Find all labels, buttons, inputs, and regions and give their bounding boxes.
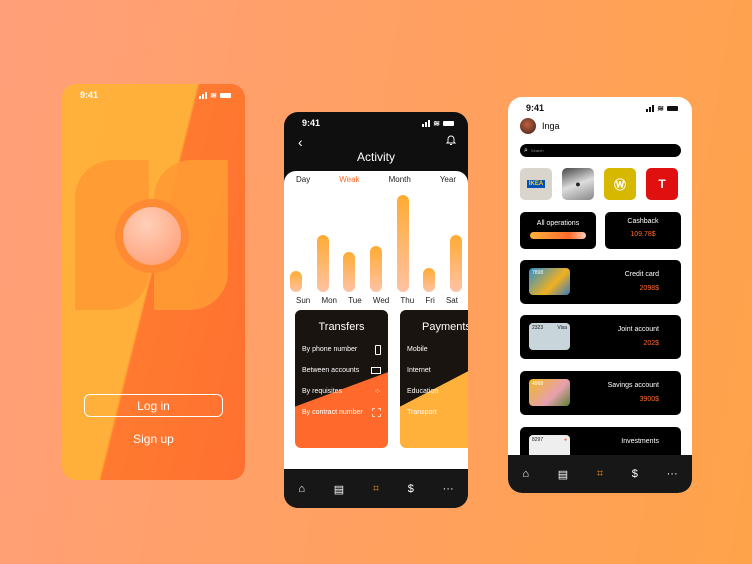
status-time: 9:41 bbox=[302, 118, 321, 128]
tab-year[interactable]: Year bbox=[440, 175, 456, 184]
chart-day-label: Sat bbox=[445, 296, 458, 305]
back-icon[interactable]: ‹ bbox=[298, 134, 303, 150]
document-icon[interactable]: ▤ bbox=[334, 483, 344, 496]
brand-apple[interactable]: ● bbox=[562, 168, 594, 200]
bottom-nav: ⌂ ▤ ⌗ $ ··· bbox=[508, 455, 692, 493]
chart-bar-mon bbox=[316, 234, 329, 292]
brand-volkswagen[interactable]: Ⓦ bbox=[604, 168, 636, 200]
payments-title: Payments bbox=[422, 321, 468, 333]
user-profile[interactable]: Inga bbox=[520, 118, 560, 134]
more-icon[interactable]: ··· bbox=[443, 483, 454, 495]
brand-ikea[interactable]: IKEA bbox=[520, 168, 552, 200]
chart-bar-wed bbox=[370, 246, 382, 292]
signup-link[interactable]: Sign up bbox=[62, 432, 245, 446]
more-icon[interactable]: ··· bbox=[667, 468, 678, 480]
page-title: Activity bbox=[356, 150, 395, 164]
chart-day-label: Tue bbox=[348, 296, 362, 305]
wifi-icon: ≋ bbox=[657, 103, 664, 113]
dollar-icon[interactable]: $ bbox=[408, 483, 414, 495]
search-input[interactable]: ⌕ Search bbox=[520, 144, 681, 157]
all-operations-card[interactable]: All operations bbox=[520, 212, 596, 249]
payment-item[interactable]: Internet bbox=[400, 360, 468, 381]
tab-month[interactable]: Month bbox=[389, 175, 411, 184]
brand-tesla[interactable]: T bbox=[646, 168, 678, 200]
chart-bar-thu bbox=[396, 194, 409, 292]
status-time: 9:41 bbox=[526, 103, 545, 113]
signal-icon bbox=[199, 91, 208, 99]
chart-day-label: Thu bbox=[400, 296, 415, 305]
payment-item[interactable]: Education bbox=[400, 381, 468, 402]
cashback-card[interactable]: Cashback 109.78$ bbox=[605, 212, 681, 249]
chart-day-label: Sun bbox=[296, 296, 311, 305]
tab-week[interactable]: Weak bbox=[339, 175, 359, 184]
activity-chart bbox=[284, 186, 468, 296]
period-tabs: Day Weak Month Year bbox=[284, 171, 468, 184]
phone-icon bbox=[375, 344, 381, 355]
bell-icon[interactable] bbox=[446, 134, 456, 146]
transfer-item[interactable]: By phone number bbox=[295, 339, 388, 360]
login-screen: 9:41 ≋ Log in Sign up bbox=[62, 84, 245, 480]
day-labels: Sun Mon Tue Wed Thu Fri Sat bbox=[284, 296, 468, 305]
account-credit-card[interactable]: 7898 Credit card 2098$ bbox=[520, 260, 681, 304]
dollar-icon[interactable]: $ bbox=[632, 468, 638, 480]
chart-day-label: Wed bbox=[372, 296, 390, 305]
account-joint[interactable]: 2323 Visa Joint account 202$ bbox=[520, 315, 681, 359]
signal-icon bbox=[646, 104, 655, 112]
transfer-item[interactable]: By requisites ⁘ bbox=[295, 381, 388, 402]
search-icon: ⌕ bbox=[524, 146, 528, 154]
transfer-item[interactable]: Between accounts bbox=[295, 360, 388, 381]
bottom-nav: ⌂ ▤ ⌗ $ ··· bbox=[284, 470, 468, 508]
avatar bbox=[520, 118, 536, 134]
mastercard-icon: ● bbox=[563, 437, 567, 443]
brand-list: IKEA ● Ⓦ T bbox=[520, 168, 678, 200]
transfer-item[interactable]: By contract number bbox=[295, 402, 388, 423]
signal-icon bbox=[422, 119, 431, 127]
wifi-icon: ≋ bbox=[433, 118, 440, 128]
scan-icon[interactable]: ⌗ bbox=[373, 483, 379, 496]
status-bar: 9:41 ≋ bbox=[508, 97, 692, 119]
user-name: Inga bbox=[542, 121, 560, 131]
document-icon[interactable]: ▤ bbox=[558, 468, 568, 481]
card-thumbnail: 4568 bbox=[529, 379, 570, 406]
chart-bar-sun bbox=[290, 270, 302, 292]
chart-bar-tue bbox=[343, 252, 356, 292]
accounts-screen: 9:41 ≋ Inga ⌕ Search IKEA ● Ⓦ T All oper… bbox=[508, 97, 692, 493]
card-thumbnail: 7898 bbox=[529, 268, 570, 295]
status-bar: 9:41 ≋ bbox=[284, 112, 468, 134]
operations-progress bbox=[530, 232, 586, 239]
account-savings[interactable]: 4568 Savings account 3900$ bbox=[520, 371, 681, 415]
cashback-value: 109.78$ bbox=[630, 231, 656, 238]
login-button[interactable]: Log in bbox=[84, 394, 223, 417]
status-time: 9:41 bbox=[80, 90, 99, 100]
payment-item[interactable]: Mobile bbox=[400, 339, 468, 360]
battery-icon bbox=[220, 92, 231, 98]
accounts-icon bbox=[371, 367, 381, 374]
home-icon[interactable]: ⌂ bbox=[522, 468, 529, 480]
scan-icon[interactable]: ⌗ bbox=[597, 468, 603, 481]
payments-card[interactable]: Payments Mobile Internet Education Trans… bbox=[400, 310, 468, 448]
transfers-card[interactable]: Transfers By phone number Between accoun… bbox=[295, 310, 388, 448]
activity-screen: 9:41 ≋ ‹ Activity Day Weak Month Year Su… bbox=[284, 112, 468, 508]
tab-day[interactable]: Day bbox=[296, 175, 310, 184]
battery-icon bbox=[443, 120, 454, 126]
transfers-title: Transfers bbox=[318, 321, 365, 333]
home-icon[interactable]: ⌂ bbox=[298, 483, 305, 495]
activity-panel: Day Weak Month Year Sun Mon Tue Wed Thu Fri Sa… bbox=[284, 171, 468, 469]
card-thumbnail: 2323 Visa bbox=[529, 323, 570, 350]
wifi-icon: ≋ bbox=[210, 90, 217, 100]
chart-bar-fri bbox=[423, 267, 436, 292]
battery-icon bbox=[667, 105, 678, 111]
status-bar: 9:41 ≋ bbox=[62, 84, 245, 106]
chart-bar-sat bbox=[450, 234, 462, 292]
payment-item[interactable]: Transport bbox=[400, 402, 468, 423]
scan-icon bbox=[372, 408, 381, 417]
chart-day-label: Fri bbox=[425, 296, 435, 305]
grid-icon: ⁘ bbox=[374, 387, 381, 396]
chart-day-label: Mon bbox=[321, 296, 337, 305]
